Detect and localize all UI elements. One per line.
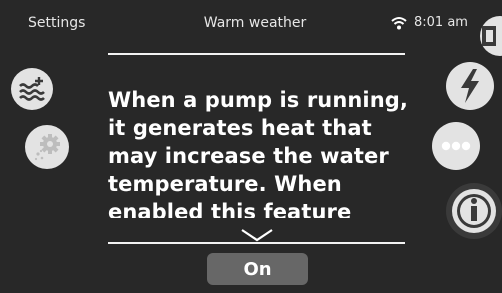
description-scroll-area[interactable]: When a pump is running, it generates hea… [108,56,408,218]
more-options-icon [441,141,471,151]
info-icon [452,189,496,233]
feature-description: When a pump is running, it generates hea… [108,88,408,218]
page-title: Warm weather [203,15,307,31]
water-heater-plus-icon [19,77,45,101]
panel-top-divider [108,53,405,55]
exit-door-icon [482,26,496,46]
clock: 8:01 am [414,15,468,30]
gear-sparkle-button[interactable] [25,125,69,169]
lightning-bolt-button[interactable] [446,62,494,110]
chevron-down-icon[interactable] [240,228,274,242]
more-options-button[interactable] [432,122,480,170]
wifi-icon [391,17,407,30]
panel-bottom-divider [108,242,405,244]
toggle-on-button[interactable]: On [207,253,308,285]
water-heater-plus-button[interactable] [11,68,53,110]
gear-sparkle-icon [34,134,60,161]
screen: Settings Warm weather 8:01 am When a pum… [0,0,502,293]
info-button[interactable] [446,183,502,239]
settings-link[interactable]: Settings [28,15,85,31]
lightning-bolt-icon [461,69,479,103]
status-bar: Settings Warm weather 8:01 am [0,0,502,40]
